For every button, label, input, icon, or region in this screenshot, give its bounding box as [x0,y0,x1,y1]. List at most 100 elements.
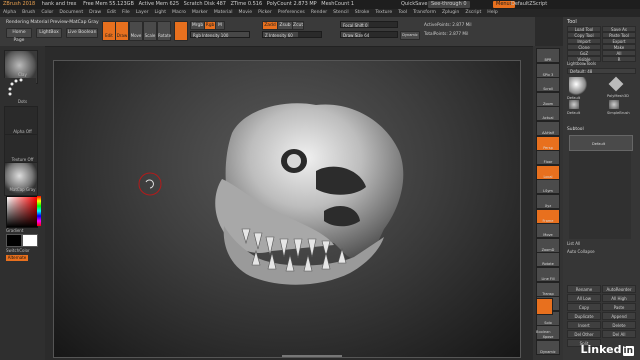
menu-color[interactable]: Color [38,9,56,17]
menu-stroke[interactable]: Stroke [352,9,373,17]
shelf-scroll-button[interactable]: Scroll [536,77,560,93]
subtool-item[interactable]: Default [569,135,633,151]
draw-size-slider[interactable]: Draw Size 64 [340,31,398,38]
shelf-frame-button[interactable]: Frame [536,208,560,224]
alternate-button[interactable]: Alternate [6,255,28,261]
rotate-button[interactable]: Rotate [157,21,171,41]
subtool-append-button[interactable]: Append [602,312,636,320]
rgb-intensity-slider[interactable]: Rgb Intensity 100 [190,31,250,38]
zadd-button[interactable]: Zadd [262,21,278,30]
default-tool-thumb[interactable] [569,100,579,109]
shelf-line-fill-button[interactable]: Line Fill [536,267,560,282]
shelf-dynamic-button[interactable]: Dynamic [536,340,560,355]
subtool-duplicate-button[interactable]: Duplicate [567,312,601,320]
status-text: Rendering Material Preview-MatCap Gray [6,20,99,25]
subtool-header[interactable]: Subtool [567,127,584,133]
menu-marker[interactable]: Marker [189,9,211,17]
move-button[interactable]: Move [129,21,143,41]
subtool-delete-button[interactable]: Delete [602,321,636,329]
tool-r-button[interactable]: R [602,56,636,62]
subtool-del-all-button[interactable]: Del All [602,330,636,338]
z-intensity-slider[interactable]: Z Intensity 60 [262,31,322,38]
shelf-xyz-button[interactable]: Xyz [536,194,560,209]
auto-collapse-button[interactable]: Auto Collapse [567,249,595,255]
menu-transform[interactable]: Transform [410,9,439,17]
lightbox-button[interactable]: LightBox [36,28,62,38]
menu-preferences[interactable]: Preferences [275,9,308,17]
current-tool-thumb[interactable] [569,77,587,95]
menu-movie[interactable]: Movie [235,9,255,17]
shelf-bpr-button[interactable]: BPR [536,48,560,63]
shelf-lsym-button[interactable]: LSym [536,179,560,195]
live-boolean-button[interactable]: Live Boolean [66,28,98,38]
menu-document[interactable]: Document [56,9,86,17]
subtool-all-high-button[interactable]: All High [602,294,636,302]
subtool-all-low-button[interactable]: All Low [567,294,601,302]
shelf-aahalf-button[interactable]: AAHalf [536,121,560,136]
subtool-paste-button[interactable]: Paste [602,303,636,311]
shelf-zoom-button[interactable]: Zoom [536,91,560,107]
default-zscript[interactable]: DefaultZScript [508,1,550,8]
see-through-slider[interactable]: See-through 0 [428,1,470,8]
shelf-floor-button[interactable]: Floor [536,150,560,166]
subtool-rename-button[interactable]: Rename [567,285,601,293]
shelf-actual-button[interactable]: Actual [536,106,560,122]
menu-render[interactable]: Render [308,9,330,17]
switch-color-button[interactable]: SwitchColor [6,248,51,253]
zcut-button[interactable]: Zcut [292,21,304,30]
main-color-swatch[interactable] [22,234,38,247]
shelf-transp-button[interactable]: Transp [536,281,560,297]
color-picker[interactable] [6,196,38,228]
focal-shift-slider[interactable]: Focal Shift 0 [340,21,398,28]
ztime: ZTime 0.516 [230,1,263,7]
draw-button[interactable]: Draw [115,21,129,41]
subtool-del-other-button[interactable]: Del Other [567,330,601,338]
menu-zscript[interactable]: Zscript [462,9,484,17]
menu-brush[interactable]: Brush [19,9,38,17]
menu-file[interactable]: File [119,9,133,17]
bottom-tray-handle[interactable] [282,355,342,357]
menu-macro[interactable]: Macro [169,9,189,17]
stroke-label: Dots [17,99,28,104]
menu-layer[interactable]: Layer [133,9,152,17]
dynamic-button[interactable]: Dynamic [400,31,420,40]
default-slider[interactable]: Default: 48 [567,68,636,74]
zsub-button[interactable]: Zsub [277,21,293,30]
scale-button[interactable]: Scale [143,21,157,41]
live-boolean-toggle[interactable] [536,298,553,315]
list-all-button[interactable]: List All [567,241,580,247]
shelf-rotate-button[interactable]: Rotate [536,252,560,268]
menu-light[interactable]: Light [152,9,169,17]
subtool-insert-button[interactable]: Insert [567,321,601,329]
shelf-local-button[interactable]: Local [536,164,560,180]
shelf-move-button[interactable]: Move [536,223,560,239]
menu-texture[interactable]: Texture [372,9,395,17]
menu-stencil[interactable]: Stencil [330,9,352,17]
menu-draw[interactable]: Draw [86,9,104,17]
subtool-autoreorder-button[interactable]: AutoReorder [602,285,636,293]
polycount: PolyCount 2.873 MP [266,1,317,7]
hue-strip[interactable] [37,196,41,226]
shelf-spix-3-button[interactable]: SPix 3 [536,62,560,78]
menu-edit[interactable]: Edit [104,9,119,17]
menu-zplugin[interactable]: Zplugin [439,9,462,17]
simplebrush-thumb[interactable] [609,100,619,109]
menu-tool[interactable]: Tool [395,9,410,17]
menu-alpha[interactable]: Alpha [0,9,19,17]
brush-preview-icon[interactable] [174,21,188,41]
menu-material[interactable]: Material [211,9,236,17]
m-button[interactable]: M [215,21,225,30]
menu-picker[interactable]: Picker [255,9,275,17]
edit-button[interactable]: Edit [102,21,116,41]
secondary-color-swatch[interactable] [6,234,22,247]
subtool-copy-button[interactable]: Copy [567,303,601,311]
mrgb-button[interactable]: Mrgb [190,21,205,30]
quicksave-button[interactable]: QuickSave [398,1,430,8]
menu-help[interactable]: Help [484,9,500,17]
canvas-viewport[interactable] [53,60,521,358]
polymesh3d-thumb[interactable] [608,76,624,92]
home-page-button[interactable]: Home Page [6,28,32,43]
shelf-persp-button[interactable]: Persp [536,135,560,151]
lightbox-tools-button[interactable]: Lightbox▸Tools [567,61,596,67]
shelf-zoomd-button[interactable]: ZoomD [536,237,560,253]
